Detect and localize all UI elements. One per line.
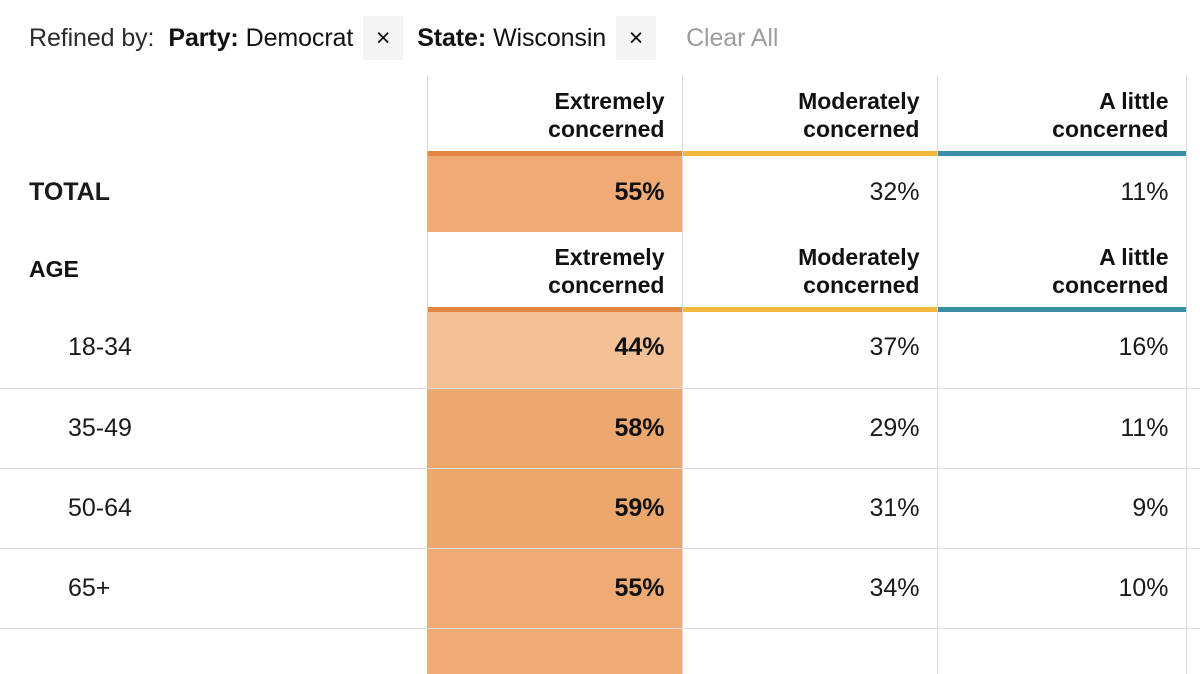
close-icon[interactable]: × (616, 16, 657, 60)
row-label: 50-64 (0, 467, 427, 548)
table-row: 18-34 44% 37% 16% (0, 308, 1200, 388)
column-header-line2: concerned (548, 116, 665, 143)
header-row-spacer (0, 76, 427, 152)
table-group-header-age: AGE Extremely concerned Moderately conce… (0, 232, 1200, 312)
column-header-line1: A little (1099, 88, 1169, 115)
cell-moderately-concerned: 32% (681, 152, 937, 232)
row-label: 35-49 (0, 387, 427, 468)
column-header-overflow (1185, 232, 1200, 308)
column-header-overflow (1185, 76, 1200, 152)
cell-moderately-concerned (681, 627, 937, 674)
row-label-total: TOTAL (29, 177, 111, 206)
refine-bar: Refined by: Party: Democrat × State: Wis… (0, 0, 1200, 76)
results-table: Extremely concerned Moderately concerned… (0, 76, 1200, 674)
cell-overflow (1185, 467, 1200, 548)
group-label-age: AGE (29, 256, 79, 283)
results-table-container: Extremely concerned Moderately concerned… (0, 76, 1200, 674)
column-header-line2: concerned (1052, 272, 1169, 299)
cell-a-little-concerned: 11% (936, 152, 1186, 232)
column-header-line1: A little (1099, 244, 1169, 271)
cell-extremely-concerned: 44% (427, 308, 682, 388)
cell-extremely-concerned (427, 627, 682, 674)
cell-extremely-concerned: 55% (427, 152, 682, 232)
column-header-line2: concerned (548, 272, 665, 299)
table-row: 65+ 55% 34% 10% (0, 547, 1200, 628)
cell-overflow (1185, 387, 1200, 468)
filter-chip-party-key: Party: (168, 23, 239, 52)
row-label: 18-34 (68, 333, 132, 362)
cell-moderately-concerned: 34% (681, 547, 937, 628)
table-row (0, 627, 1200, 674)
cell-a-little-concerned (936, 627, 1186, 674)
clear-all-button[interactable]: Clear All (686, 24, 778, 53)
column-header-a-little-concerned: A little concerned (936, 76, 1186, 156)
row-label (0, 627, 427, 674)
column-header-extremely-concerned: Extremely concerned (426, 232, 682, 312)
row-label: 65+ (0, 547, 427, 628)
close-icon[interactable]: × (363, 16, 404, 60)
column-header-line1: Extremely (554, 244, 665, 271)
cell-a-little-concerned: 16% (936, 308, 1186, 388)
cell-overflow (1185, 152, 1200, 232)
filter-chip-state-key: State: (417, 23, 487, 52)
cell-overflow (1185, 547, 1200, 628)
filter-chip-party: Party: Democrat × (168, 16, 404, 60)
column-header-line1: Extremely (554, 88, 665, 115)
column-header-line2: concerned (1052, 116, 1169, 143)
refined-by-label: Refined by: (29, 23, 155, 52)
cell-a-little-concerned: 9% (936, 467, 1186, 548)
cell-overflow (1185, 308, 1200, 388)
cell-moderately-concerned: 29% (681, 387, 937, 468)
table-row: TOTAL 55% 32% 11% (0, 152, 1200, 232)
filter-chip-party-value: Democrat (245, 23, 354, 52)
cell-extremely-concerned: 55% (427, 547, 682, 628)
column-header-line1: Moderately (798, 244, 920, 271)
cell-extremely-concerned: 59% (427, 467, 682, 548)
cell-moderately-concerned: 31% (681, 467, 937, 548)
column-header-a-little-concerned: A little concerned (936, 232, 1186, 312)
column-header-moderately-concerned: Moderately concerned (681, 232, 937, 312)
filter-chip-state: State: Wisconsin × (417, 16, 657, 60)
column-header-moderately-concerned: Moderately concerned (681, 76, 937, 156)
column-header-line2: concerned (803, 116, 920, 143)
column-header-line1: Moderately (798, 88, 920, 115)
filter-chip-state-value: Wisconsin (493, 23, 607, 52)
cell-extremely-concerned: 58% (427, 387, 682, 468)
table-row: 35-49 58% 29% 11% (0, 387, 1200, 468)
cell-a-little-concerned: 10% (936, 547, 1186, 628)
column-header-extremely-concerned: Extremely concerned (426, 76, 682, 156)
table-header-row-total: Extremely concerned Moderately concerned… (0, 76, 1200, 156)
cell-a-little-concerned: 11% (936, 387, 1186, 468)
column-header-line2: concerned (803, 272, 920, 299)
cell-moderately-concerned: 37% (681, 308, 937, 388)
cell-overflow (1185, 627, 1200, 674)
table-row: 50-64 59% 31% 9% (0, 467, 1200, 548)
